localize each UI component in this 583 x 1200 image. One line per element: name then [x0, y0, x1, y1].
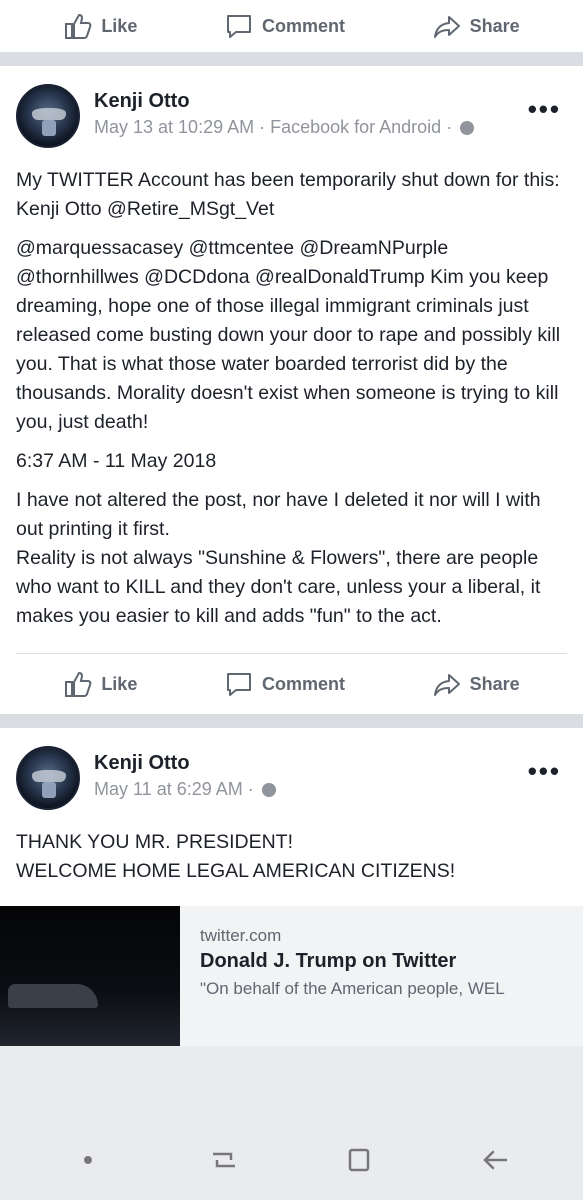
- recent-apps-icon[interactable]: [207, 1143, 241, 1177]
- post-meta: Kenji Otto May 11 at 6:29 AM ·: [94, 746, 276, 800]
- timestamp-text[interactable]: May 11 at 6:29 AM ·: [94, 779, 254, 800]
- top-action-bar: Like Comment Share: [0, 0, 583, 52]
- paragraph-text: Reality is not always "Sunshine & Flower…: [16, 547, 541, 627]
- like-label: Like: [101, 673, 138, 694]
- paragraph-text: WELCOME HOME LEGAL AMERICAN CITIZENS!: [16, 860, 456, 882]
- post-timestamp: May 11 at 6:29 AM ·: [94, 779, 276, 800]
- share-arrow-icon: [433, 674, 460, 696]
- timestamp-text[interactable]: May 13 at 10:29 AM · Facebook for Androi…: [94, 117, 452, 138]
- post-paragraph: @marquessacasey @ttmcentee @DreamNPurple…: [16, 237, 561, 433]
- comment-button[interactable]: Comment: [224, 11, 345, 41]
- post-body: THANK YOU MR. PRESIDENT! WELCOME HOME LE…: [0, 810, 583, 886]
- comment-bubble-icon: [226, 15, 251, 38]
- comment-label: Comment: [261, 673, 345, 694]
- post-header: Kenji Otto May 11 at 6:29 AM · •••: [0, 728, 583, 810]
- post-paragraph: My TWITTER Account has been temporarily …: [16, 166, 567, 224]
- share-label: Share: [469, 15, 520, 36]
- paragraph-text: I have not altered the post, nor have I …: [16, 489, 541, 540]
- post-timestamp: May 13 at 10:29 AM · Facebook for Androi…: [94, 117, 475, 138]
- like-label: Like: [101, 15, 138, 36]
- comment-button[interactable]: Comment: [224, 669, 345, 699]
- like-button[interactable]: Like: [63, 11, 137, 41]
- author-name[interactable]: Kenji Otto: [94, 752, 276, 775]
- dot-icon[interactable]: [71, 1143, 105, 1177]
- post-paragraph: THANK YOU MR. PRESIDENT! WELCOME HOME LE…: [16, 828, 567, 886]
- avatar[interactable]: [16, 746, 80, 810]
- system-nav-bar: [0, 1120, 583, 1200]
- home-icon[interactable]: [342, 1143, 376, 1177]
- post-card: Kenji Otto May 13 at 10:29 AM · Facebook…: [0, 66, 583, 714]
- paragraph-text: THANK YOU MR. PRESIDENT!: [16, 831, 294, 853]
- link-thumbnail: [0, 906, 180, 1046]
- globe-icon: [261, 782, 276, 797]
- post-header: Kenji Otto May 13 at 10:29 AM · Facebook…: [0, 66, 583, 148]
- back-icon[interactable]: [478, 1143, 512, 1177]
- post-action-bar: Like Comment Share: [0, 654, 583, 714]
- globe-icon: [460, 120, 475, 135]
- link-title: Donald J. Trump on Twitter: [200, 950, 457, 972]
- share-arrow-icon: [433, 16, 460, 38]
- comment-label: Comment: [261, 15, 345, 36]
- link-preview[interactable]: twitter.com Donald J. Trump on Twitter "…: [0, 906, 583, 1046]
- post-card: Kenji Otto May 11 at 6:29 AM · ••• THANK…: [0, 728, 583, 1046]
- more-dots-icon[interactable]: •••: [528, 758, 561, 784]
- share-button[interactable]: Share: [432, 669, 520, 699]
- post-separator: [0, 714, 583, 728]
- link-domain: twitter.com: [200, 926, 282, 945]
- like-button[interactable]: Like: [63, 669, 137, 699]
- post-paragraph: I have not altered the post, nor have I …: [16, 486, 567, 631]
- link-description: "On behalf of the American people, WEL: [200, 979, 505, 998]
- author-name[interactable]: Kenji Otto: [94, 90, 474, 113]
- comment-bubble-icon: [226, 673, 251, 696]
- paragraph-text: My TWITTER Account has been temporarily …: [16, 169, 560, 191]
- link-text: twitter.com Donald J. Trump on Twitter "…: [180, 906, 525, 1046]
- post-separator: [0, 52, 583, 66]
- share-label: Share: [469, 673, 520, 694]
- thumbs-up-icon: [65, 13, 92, 39]
- post-meta: Kenji Otto May 13 at 10:29 AM · Facebook…: [94, 84, 475, 138]
- post-body: My TWITTER Account has been temporarily …: [0, 148, 583, 631]
- share-button[interactable]: Share: [432, 11, 520, 41]
- thumbs-up-icon: [65, 671, 92, 697]
- paragraph-text: Kenji Otto @Retire_MSgt_Vet: [16, 198, 275, 220]
- post-paragraph: 6:37 AM - 11 May 2018: [16, 450, 217, 472]
- more-dots-icon[interactable]: •••: [528, 96, 561, 122]
- avatar[interactable]: [16, 84, 80, 148]
